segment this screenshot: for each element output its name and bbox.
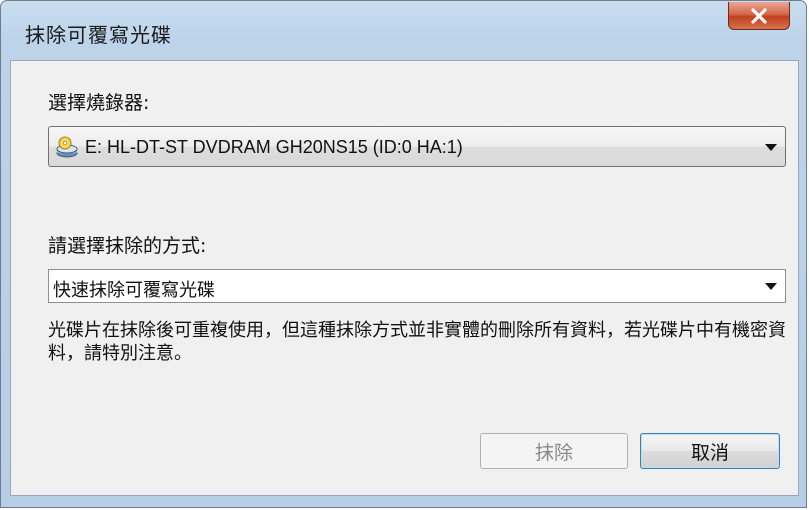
dialog-body: 選擇燒錄器: E: HL-DT-ST DVDRAM GH20NS15 (ID:0…: [10, 60, 799, 496]
cancel-button[interactable]: 取消: [640, 433, 780, 469]
recorder-dropdown[interactable]: E: HL-DT-ST DVDRAM GH20NS15 (ID:0 HA:1): [48, 126, 786, 167]
recorder-label: 選擇燒錄器:: [48, 92, 150, 114]
close-button[interactable]: [728, 2, 790, 30]
erase-method-selected-value: 快速抹除可覆寫光碟: [53, 280, 215, 301]
chevron-down-icon: [765, 143, 777, 151]
method-label: 請選擇抹除的方式:: [48, 235, 207, 257]
recorder-selected-value: E: HL-DT-ST DVDRAM GH20NS15 (ID:0 HA:1): [85, 137, 463, 157]
optical-drive-icon: [56, 136, 78, 158]
title-bar[interactable]: 抹除可覆寫光碟: [1, 1, 806, 61]
erase-disc-dialog: 抹除可覆寫光碟 選擇燒錄器: E: HL-DT-ST DVDRAM GH20NS…: [0, 0, 807, 508]
erase-button[interactable]: 抹除: [480, 433, 628, 469]
close-icon: [751, 7, 767, 24]
erase-method-description: 光碟片在抹除後可重複使用，但這種抹除方式並非實體的刪除所有資料，若光碟片中有機密…: [48, 320, 786, 364]
chevron-down-icon: [765, 283, 777, 290]
window-title: 抹除可覆寫光碟: [25, 23, 172, 47]
erase-method-dropdown[interactable]: 快速抹除可覆寫光碟: [48, 269, 786, 303]
